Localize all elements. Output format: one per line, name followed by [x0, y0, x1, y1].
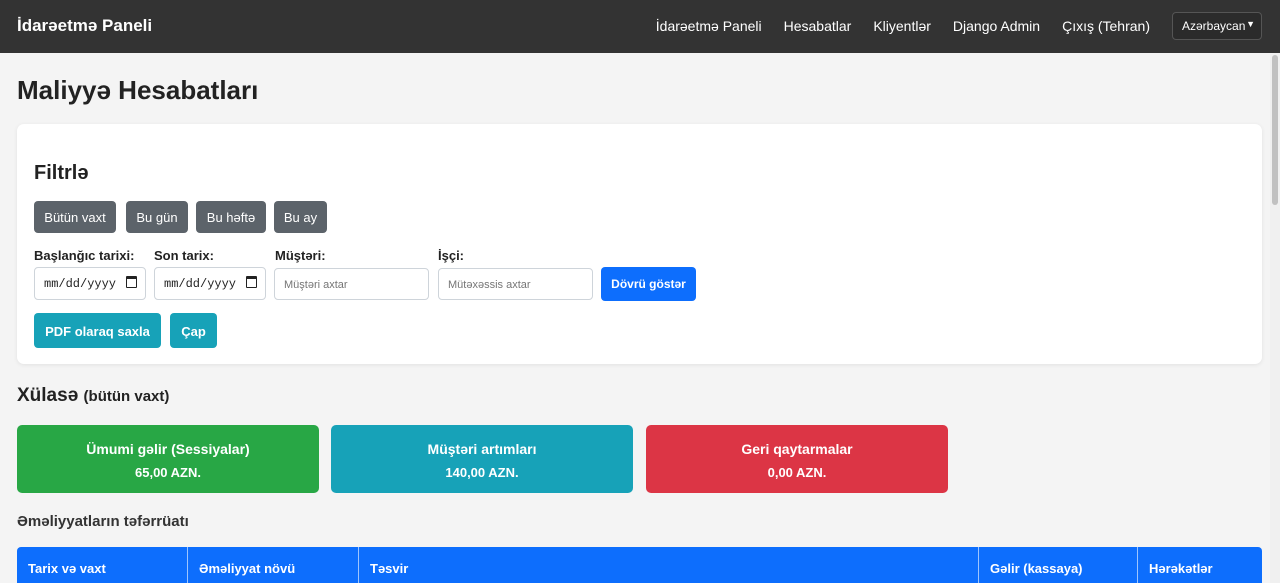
total-income-title: Ümumi gəlir (Sessiyalar) — [86, 441, 250, 457]
nav-link-django-admin[interactable]: Django Admin — [953, 18, 1040, 34]
language-select[interactable]: Azərbaycan ▼ — [1172, 12, 1262, 40]
calendar-icon[interactable] — [126, 276, 137, 288]
nav-links: İdarəetmə Paneli Hesabatlar Kliyentlər D… — [656, 18, 1150, 34]
refunds-title: Geri qaytarmalar — [741, 441, 853, 457]
transactions-details-title: Əməliyyatların təfərrüatı — [17, 513, 189, 530]
summary-heading: Xülasə (bütün vaxt) — [17, 385, 169, 407]
this-month-button[interactable]: Bu ay — [274, 201, 327, 233]
total-income-card: Ümumi gəlir (Sessiyalar) 65,00 AZN. — [17, 425, 319, 493]
employee-label: İşçi: — [438, 248, 465, 263]
client-topups-title: Müştəri artımları — [427, 441, 537, 457]
page-scrollbar[interactable] — [1270, 53, 1280, 583]
calendar-icon[interactable] — [246, 276, 257, 288]
client-topups-value: 140,00 AZN. — [445, 465, 519, 480]
summary-subtitle: (bütün vaxt) — [83, 388, 170, 405]
today-button[interactable]: Bu gün — [126, 201, 188, 233]
column-header-datetime[interactable]: Tarix və vaxt — [17, 547, 188, 583]
print-button[interactable]: Çap — [170, 313, 217, 348]
transactions-table-header: Tarix və vaxt Əməliyyat növü Təsvir Gəli… — [17, 547, 1262, 583]
save-pdf-button[interactable]: PDF olaraq saxla — [34, 313, 161, 348]
all-time-button[interactable]: Bütün vaxt — [34, 201, 116, 233]
column-header-actions[interactable]: Hərəkətlər — [1138, 547, 1262, 583]
page-title: Maliyyə Hesabatları — [17, 75, 259, 105]
column-header-type[interactable]: Əməliyyat növü — [188, 547, 359, 583]
end-date-label: Son tarix: — [154, 248, 214, 263]
start-date-label: Başlanğıc tarixi: — [34, 248, 135, 263]
nav-link-dashboard[interactable]: İdarəetmə Paneli — [656, 18, 762, 34]
nav-link-clients[interactable]: Kliyentlər — [873, 18, 931, 34]
filter-title: Filtrlə — [34, 162, 89, 184]
start-date-input[interactable]: mm/dd/yyyy — [34, 267, 146, 300]
start-date-value: mm/dd/yyyy — [44, 277, 117, 291]
filter-card: Filtrlə Bütün vaxt Bu gün Bu həftə Bu ay… — [17, 124, 1262, 364]
customer-search-input[interactable]: Müştəri axtar — [274, 268, 429, 300]
customer-label: Müştəri: — [275, 248, 326, 263]
refunds-card: Geri qaytarmalar 0,00 AZN. — [646, 425, 948, 493]
brand-logo[interactable]: İdarəetmə Paneli — [17, 16, 152, 36]
end-date-input[interactable]: mm/dd/yyyy — [154, 267, 266, 300]
refunds-value: 0,00 AZN. — [767, 465, 827, 480]
employee-search-input[interactable]: Mütəxəssis axtar — [438, 268, 593, 300]
scrollbar-thumb[interactable] — [1272, 55, 1278, 205]
top-navbar: İdarəetmə Paneli İdarəetmə Paneli Hesaba… — [0, 0, 1280, 53]
column-header-description[interactable]: Təsvir — [359, 547, 979, 583]
column-header-income[interactable]: Gəlir (kassaya) — [979, 547, 1138, 583]
this-week-button[interactable]: Bu həftə — [196, 201, 266, 233]
show-period-button[interactable]: Dövrü göstər — [601, 267, 696, 301]
language-select-value: Azərbaycan — [1182, 19, 1246, 33]
nav-link-reports[interactable]: Hesabatlar — [784, 18, 852, 34]
summary-title: Xülasə — [17, 385, 79, 406]
end-date-value: mm/dd/yyyy — [164, 277, 237, 291]
total-income-value: 65,00 AZN. — [135, 465, 201, 480]
client-topups-card: Müştəri artımları 140,00 AZN. — [331, 425, 633, 493]
nav-link-logout[interactable]: Çıxış (Tehran) — [1062, 18, 1150, 34]
chevron-down-icon: ▼ — [1246, 19, 1255, 29]
